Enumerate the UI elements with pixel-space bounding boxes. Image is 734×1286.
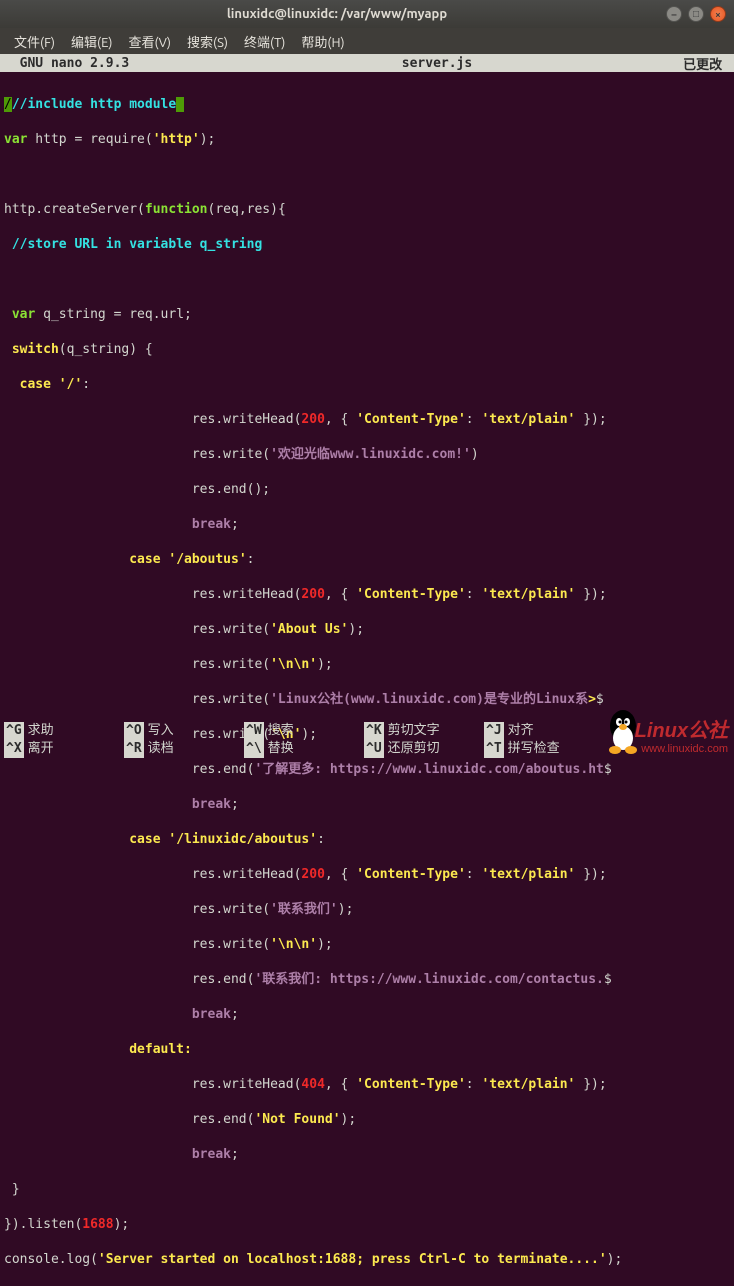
menu-terminal[interactable]: 终端(T): [238, 30, 291, 53]
editor-content[interactable]: ///include http module var http = requir…: [0, 72, 734, 1286]
nano-filename: server.js: [224, 56, 650, 71]
menu-view[interactable]: 查看(V): [123, 30, 177, 53]
shortcut-search: ^W搜索: [244, 722, 364, 740]
menu-file[interactable]: 文件(F): [8, 30, 61, 53]
watermark-sub: www.linuxidc.com: [635, 740, 728, 758]
maximize-button[interactable]: □: [688, 6, 704, 22]
shortcut-justify: ^J对齐: [484, 722, 604, 740]
menu-search[interactable]: 搜索(S): [181, 30, 234, 53]
shortcut-writeout: ^O写入: [124, 722, 244, 740]
window-title: linuxidc@linuxidc: /var/www/myapp: [8, 7, 666, 21]
nano-version: GNU nano 2.9.3: [4, 56, 224, 71]
watermark: Linux公社 www.linuxidc.com: [635, 722, 728, 758]
shortcut-cut: ^K剪切文字: [364, 722, 484, 740]
shortcut-replace: ^\替换: [244, 740, 364, 758]
menu-edit[interactable]: 编辑(E): [65, 30, 118, 53]
minimize-button[interactable]: –: [666, 6, 682, 22]
close-button[interactable]: ×: [710, 6, 726, 22]
window-controls: – □ ×: [666, 6, 726, 22]
menu-help[interactable]: 帮助(H): [295, 30, 350, 53]
shortcut-spell: ^T拼写检查: [484, 740, 604, 758]
nano-header: GNU nano 2.9.3 server.js 已更改: [0, 54, 734, 72]
menu-bar: 文件(F) 编辑(E) 查看(V) 搜索(S) 终端(T) 帮助(H): [0, 28, 734, 54]
shortcut-uncut: ^U还原剪切: [364, 740, 484, 758]
shortcut-exit: ^X离开: [4, 740, 124, 758]
nano-status: 已更改: [650, 54, 730, 73]
shortcut-read: ^R读档: [124, 740, 244, 758]
watermark-main: Linux公社: [635, 722, 728, 740]
window-titlebar: linuxidc@linuxidc: /var/www/myapp – □ ×: [0, 0, 734, 28]
shortcut-help: ^G求助: [4, 722, 124, 740]
